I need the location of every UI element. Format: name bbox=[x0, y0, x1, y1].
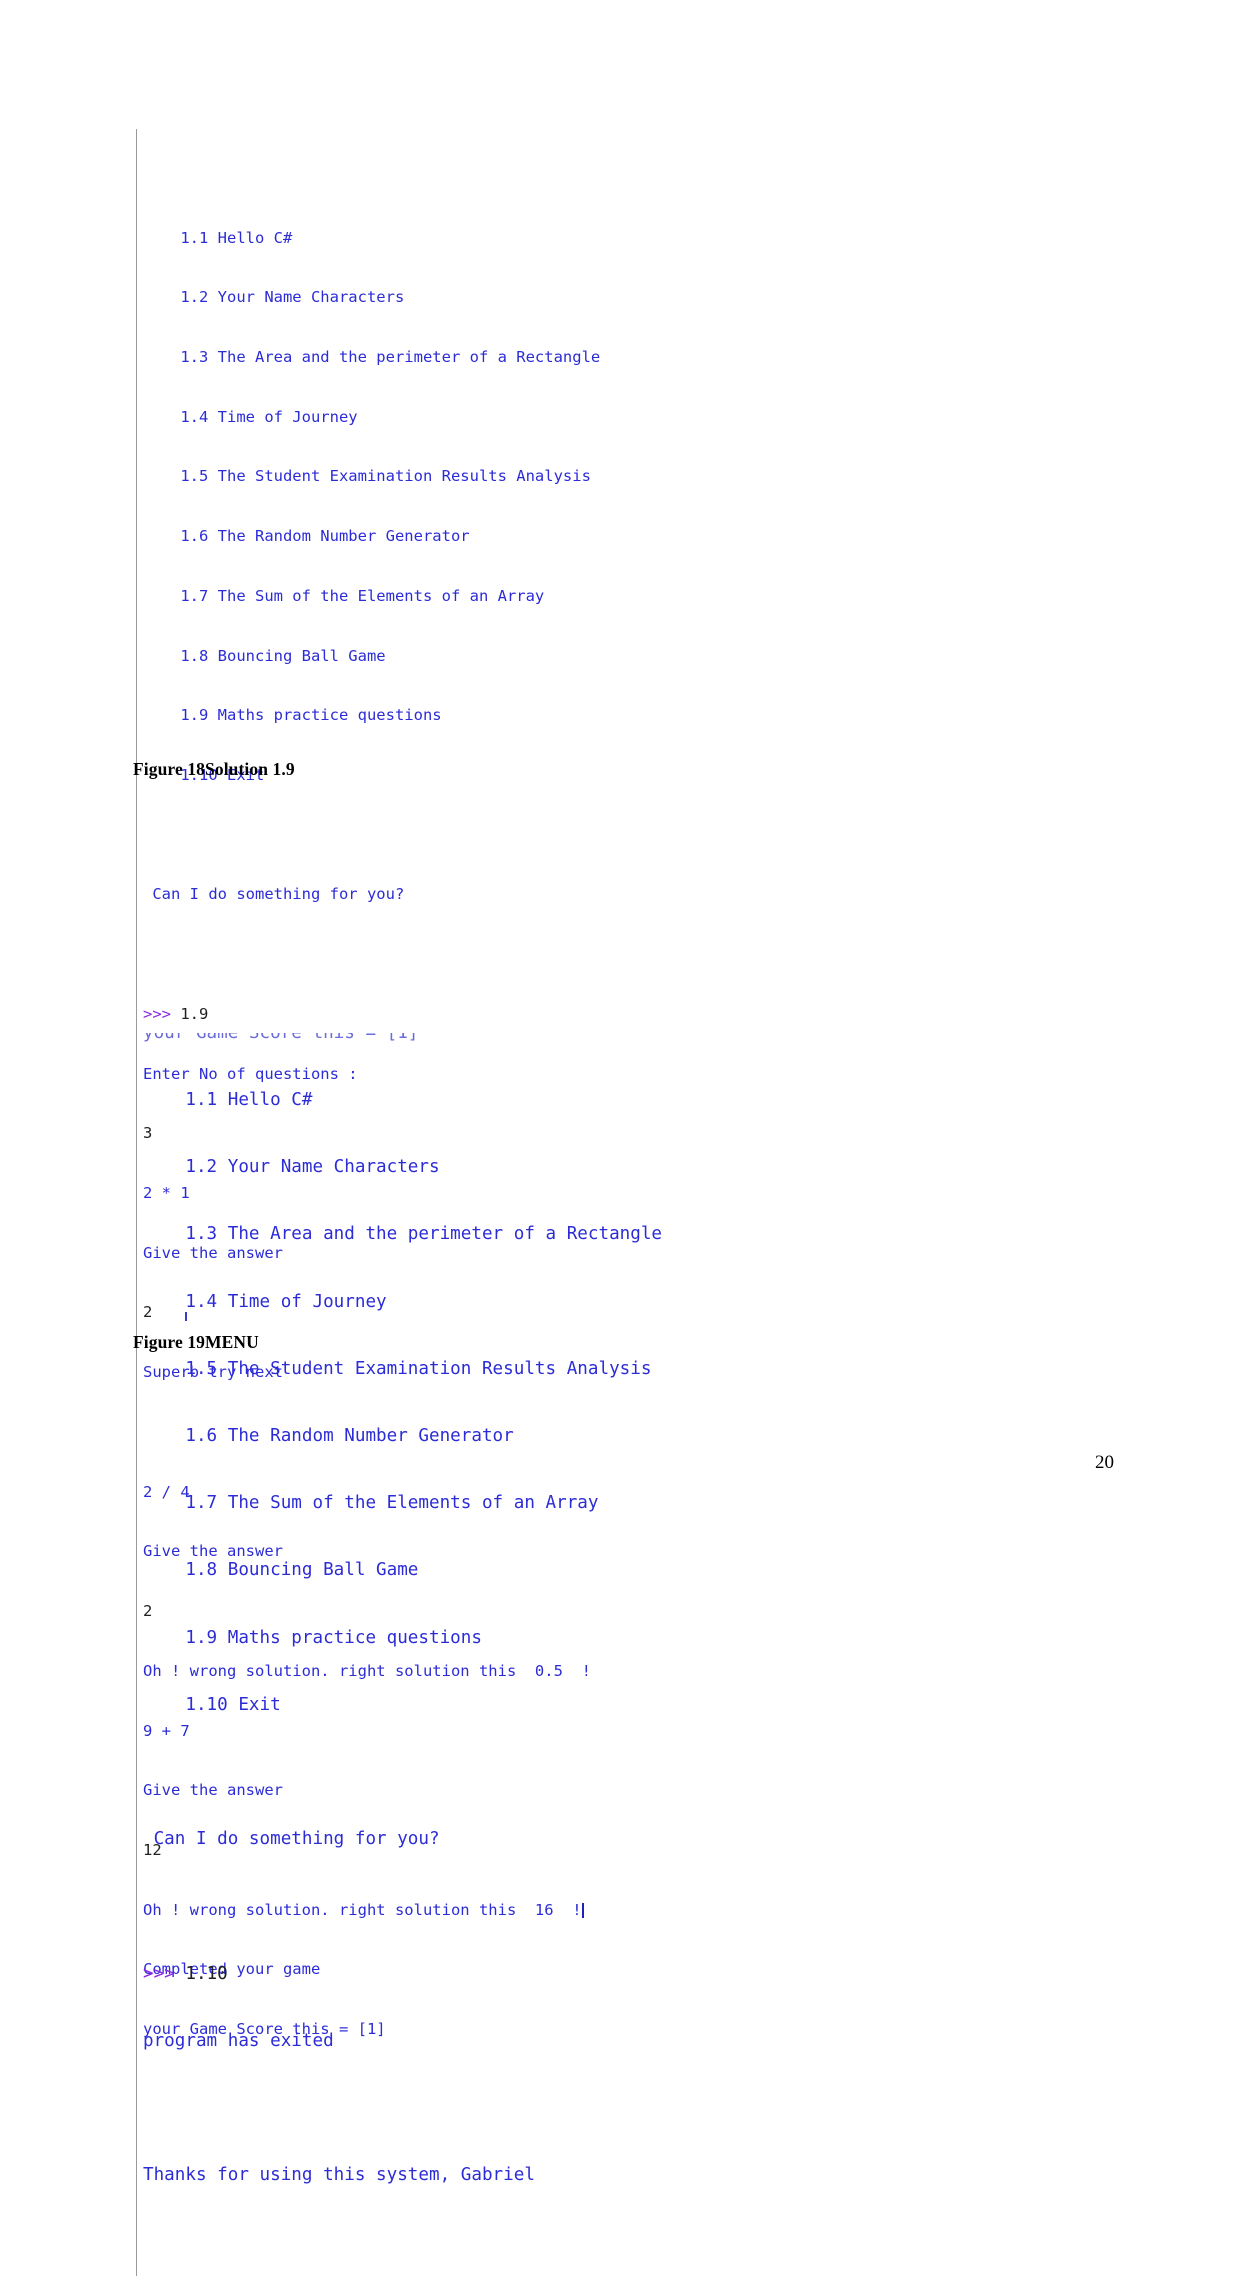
menu-item-1-7: 1.7 The Sum of the Elements of an Array bbox=[143, 1493, 599, 1514]
menu-item-1-8: 1.8 Bouncing Ball Game bbox=[143, 646, 386, 665]
menu-item-1-1: 1.1 Hello C# bbox=[143, 1089, 313, 1110]
console-left-gutter-rule bbox=[136, 921, 137, 2276]
question-prompt: Can I do something for you? bbox=[143, 1829, 440, 1850]
clipped-previous-line: your Game Score this = [1] bbox=[143, 1033, 419, 1044]
menu-item-1-7: 1.7 The Sum of the Elements of an Array bbox=[143, 586, 545, 605]
stray-ink-mark bbox=[185, 1312, 187, 1321]
prompt-line-choice: >>> 1.10 bbox=[143, 1963, 662, 1985]
program-exited-message: program has exited bbox=[143, 2030, 334, 2051]
menu-item-1-5: 1.5 The Student Examination Results Anal… bbox=[143, 467, 591, 486]
menu-item-1-6: 1.6 The Random Number Generator bbox=[143, 1425, 514, 1446]
menu-item-1-9: 1.9 Maths practice questions bbox=[143, 706, 442, 725]
menu-item-1-2: 1.2 Your Name Characters bbox=[143, 288, 405, 307]
menu-item-1-1: 1.1 Hello C# bbox=[143, 228, 293, 247]
figure-18-caption: Figure 18Solution 1.9 bbox=[133, 759, 295, 779]
question-prompt: Can I do something for you? bbox=[143, 885, 405, 904]
document-page: 1.1 Hello C# 1.2 Your Name Characters 1.… bbox=[0, 0, 1241, 2276]
menu-item-1-6: 1.6 The Random Number Generator bbox=[143, 527, 470, 546]
menu-item-1-2: 1.2 Your Name Characters bbox=[143, 1157, 440, 1178]
menu-item-1-4: 1.4 Time of Journey bbox=[143, 1291, 387, 1312]
menu-choice-spacer bbox=[175, 1964, 186, 1984]
figure-19-caption: Figure 19MENU bbox=[133, 1332, 259, 1352]
menu-item-1-3: 1.3 The Area and the perimeter of a Rect… bbox=[143, 1224, 663, 1245]
thanks-message: Thanks for using this system, Gabriel bbox=[143, 2165, 535, 2186]
menu-item-1-8: 1.8 Bouncing Ball Game bbox=[143, 1560, 419, 1581]
console-output-figure-19: your Game Score this = [1] 1.1 Hello C# … bbox=[136, 921, 662, 2276]
menu-item-1-5: 1.5 The Student Examination Results Anal… bbox=[143, 1358, 652, 1379]
menu-item-1-4: 1.4 Time of Journey bbox=[143, 407, 358, 426]
menu-item-1-10: 1.10 Exit bbox=[143, 1694, 281, 1715]
menu-item-1-3: 1.3 The Area and the perimeter of a Rect… bbox=[143, 347, 601, 366]
console-two-body: your Game Score this = [1] 1.1 Hello C# … bbox=[136, 988, 662, 2231]
menu-choice-value: 1.10 bbox=[185, 1963, 228, 1984]
prompt-symbol: >>> bbox=[143, 1963, 175, 1984]
page-number: 20 bbox=[1095, 1452, 1114, 1473]
menu-item-1-9: 1.9 Maths practice questions bbox=[143, 1627, 482, 1648]
